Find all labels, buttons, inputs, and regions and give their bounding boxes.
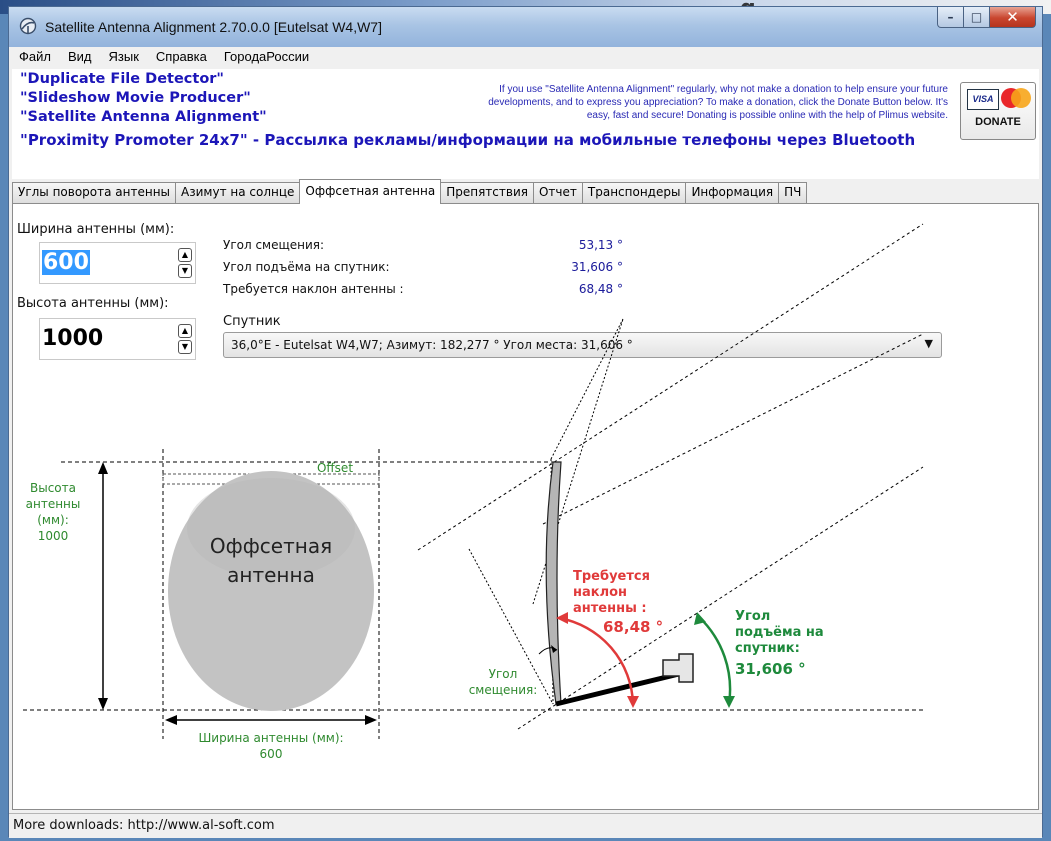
feed-arm bbox=[555, 671, 680, 707]
height-caption-line: Высота bbox=[30, 481, 76, 495]
tab-information[interactable]: Информация bbox=[685, 182, 780, 203]
elevation-caption-line: Угол bbox=[735, 609, 770, 624]
height-caption-line: (мм): bbox=[37, 513, 69, 527]
window-title: Satellite Antenna Alignment 2.70.0.0 [Eu… bbox=[45, 19, 382, 35]
height-dimension-arrow bbox=[98, 462, 108, 710]
donate-label: DONATE bbox=[975, 116, 1021, 128]
satellite-app-icon bbox=[19, 17, 37, 35]
app-window: Satellite Antenna Alignment 2.70.0.0 [Eu… bbox=[8, 6, 1043, 838]
promo-link-duplicate-file-detector[interactable]: "Duplicate File Detector" bbox=[20, 71, 224, 87]
height-caption-line: антенны bbox=[26, 497, 81, 511]
elevation-caption-value: 31,606 ° bbox=[735, 660, 806, 678]
donate-message: If you use "Satellite Antenna Alignment"… bbox=[322, 83, 948, 122]
offset-caption-line: смещения: bbox=[469, 683, 538, 697]
tilt-caption-line: антенны : bbox=[573, 601, 647, 616]
tab-if[interactable]: ПЧ bbox=[778, 182, 808, 203]
tab-strip: Углы поворота антенны Азимут на солнце О… bbox=[12, 179, 808, 204]
promo-banner: "Duplicate File Detector" "Slideshow Mov… bbox=[12, 69, 1039, 179]
width-dimension-arrow bbox=[165, 715, 377, 725]
title-bar[interactable]: Satellite Antenna Alignment 2.70.0.0 [Eu… bbox=[9, 7, 1042, 47]
menu-file[interactable]: Файл bbox=[9, 47, 58, 67]
promo-link-satellite-antenna-alignment[interactable]: "Satellite Antenna Alignment" bbox=[20, 109, 267, 125]
visa-logo: VISA bbox=[967, 89, 999, 110]
tab-obstacles[interactable]: Препятствия bbox=[440, 182, 534, 203]
tab-transponders[interactable]: Транспондеры bbox=[581, 182, 687, 203]
elevation-caption-line: спутник: bbox=[735, 641, 800, 656]
donate-button[interactable]: VISA DONATE bbox=[960, 82, 1036, 140]
promo-link-proximity-promoter[interactable]: "Proximity Promoter 24x7" - Рассылка рек… bbox=[20, 131, 915, 149]
tab-offset-antenna[interactable]: Оффсетная антенна bbox=[299, 179, 442, 204]
elevation-caption-line: подъёма на bbox=[735, 625, 824, 640]
close-icon: ✕ bbox=[1006, 8, 1019, 26]
tab-sun-azimuth[interactable]: Азимут на солнце bbox=[175, 182, 301, 203]
minimize-button[interactable]: – bbox=[937, 7, 964, 28]
width-caption-line: Ширина антенны (мм): bbox=[198, 731, 343, 745]
offset-caption-line: Угол bbox=[489, 667, 518, 681]
donate-line: If you use "Satellite Antenna Alignment"… bbox=[499, 84, 948, 95]
status-bar: More downloads: http://www.al-soft.com bbox=[9, 813, 1042, 838]
maximize-icon: □ bbox=[970, 10, 983, 24]
width-caption-value: 600 bbox=[260, 747, 283, 761]
donate-line: easy, fast and secure! Donating is possi… bbox=[586, 110, 948, 121]
mastercard-logo bbox=[1001, 88, 1031, 108]
tilt-caption-line: наклон bbox=[573, 585, 627, 600]
tilt-caption-line: Требуется bbox=[573, 569, 650, 584]
close-button[interactable]: ✕ bbox=[990, 7, 1036, 28]
window-controls: – □ ✕ bbox=[937, 7, 1036, 29]
elevation-angle-arc bbox=[694, 612, 735, 708]
offset-antenna-panel: Ширина антенны (мм): 600 ▲ ▼ Высота анте… bbox=[12, 203, 1039, 810]
maximize-button[interactable]: □ bbox=[964, 7, 990, 28]
dish-side-profile bbox=[545, 461, 562, 705]
promo-link-slideshow-movie-producer[interactable]: "Slideshow Movie Producer" bbox=[20, 90, 251, 106]
tab-report[interactable]: Отчет bbox=[532, 182, 583, 203]
offset-label: Offset bbox=[317, 461, 353, 475]
menu-language[interactable]: Язык bbox=[99, 47, 146, 67]
offset-antenna-diagram: Оффсетная антенна Offset Высота антенны … bbox=[23, 223, 924, 761]
tab-antenna-rotation-angles[interactable]: Углы поворота антенны bbox=[12, 182, 177, 203]
menu-help[interactable]: Справка bbox=[146, 47, 214, 67]
height-caption-value: 1000 bbox=[38, 529, 69, 543]
menu-view[interactable]: Вид bbox=[58, 47, 99, 67]
signal-rays bbox=[417, 223, 924, 730]
menu-cities-russia[interactable]: ГородаРоссии bbox=[214, 47, 316, 67]
tilt-caption-value: 68,48 ° bbox=[603, 618, 663, 636]
menu-bar: Файл Вид Язык Справка ГородаРоссии bbox=[9, 47, 1042, 67]
status-text: More downloads: http://www.al-soft.com bbox=[13, 818, 275, 833]
dish-title-line-2: антенна bbox=[227, 563, 315, 587]
dish-title-line-1: Оффсетная bbox=[210, 534, 332, 558]
minimize-icon: – bbox=[947, 10, 954, 24]
donate-line: developments, and to express you appreci… bbox=[488, 97, 948, 108]
